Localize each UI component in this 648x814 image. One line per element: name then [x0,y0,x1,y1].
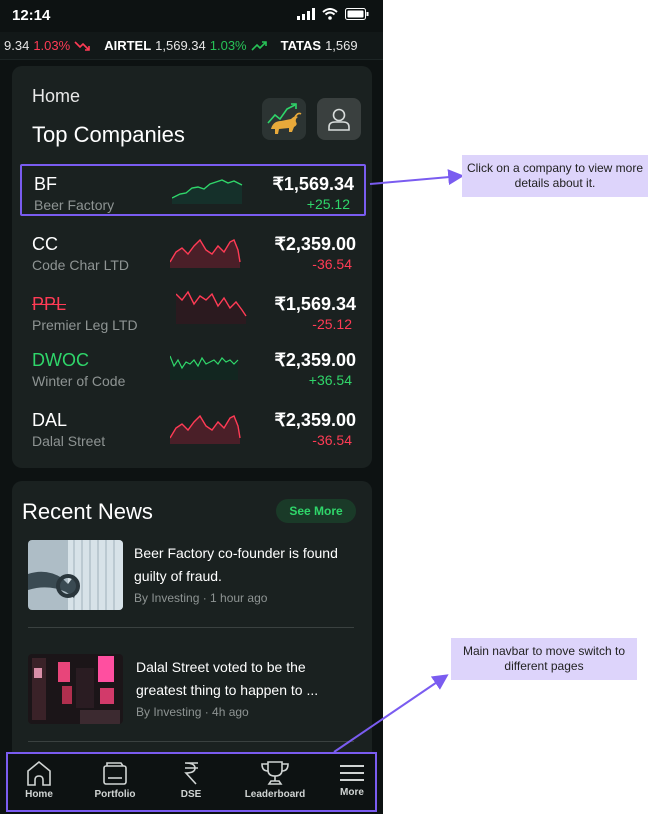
ticker-price: 1,569.34 [155,38,206,53]
sparkline-down [170,414,241,444]
company-change: -25.12 [312,316,352,332]
ticker-change: 1.03% [33,38,71,53]
company-symbol: DAL [32,410,68,430]
navbar-hint-note: Main navbar to move switch to different … [451,638,637,680]
company-name: Beer Factory [34,197,115,213]
company-price: ₹2,359.00 [274,350,356,370]
ticker-change: 1.03% [209,38,247,53]
company-row-bf[interactable]: BF Beer Factory ₹1,569.34 +25.12 [20,164,366,216]
ticker-symbol: AIRTEL [104,38,152,53]
news-item[interactable]: Dalal Street voted to be the greatest th… [28,654,356,740]
trend-up-icon [251,40,267,51]
recent-news-title: Recent News [22,499,153,524]
ticker-item[interactable]: 9.34 1.03% [4,38,90,53]
company-symbol: DWOC [32,350,89,370]
stock-ticker[interactable]: 9.34 1.03% AIRTEL 1,569.34 1.03% TATAS 1… [0,32,383,60]
nav-more[interactable]: More [317,760,383,798]
top-companies-card: Home Top Companies BF Beer Factory ₹1,56… [12,66,372,468]
nav-portfolio[interactable]: Portfolio [80,760,150,800]
phone-screen: 12:14 9.34 1.03% AIRTEL 1,569.34 1.03% T… [0,0,383,814]
bull-market-button[interactable] [262,98,306,140]
divider [28,741,354,742]
signal-icon [297,8,315,20]
status-time: 12:14 [12,7,51,24]
company-symbol: BF [34,174,58,194]
ticker-item[interactable]: TATAS 1,569 [281,38,358,53]
news-headline: Beer Factory co-founder is found guilty … [134,545,338,584]
sparkline-up [170,355,239,380]
company-row-dal[interactable]: DAL Dalal Street ₹2,359.00 -36.54 [20,402,366,454]
home-icon [27,760,51,786]
company-change: +36.54 [308,372,352,388]
company-symbol: CC [32,234,58,254]
ticker-symbol: TATAS [280,38,322,53]
recent-news-card: Recent News See More Beer Factory co-fou… [12,481,372,761]
wifi-icon [322,8,338,20]
profile-button[interactable] [317,98,361,140]
company-price: ₹2,359.00 [274,234,356,254]
status-icons [297,8,369,20]
nav-label: Leaderboard [244,789,306,800]
company-row-ppl[interactable]: PPL Premier Leg LTD ₹1,569.34 -25.12 [20,286,366,338]
news-headline: Dalal Street voted to be the greatest th… [136,659,319,698]
company-price: ₹1,569.34 [274,294,356,314]
trend-down-icon [74,40,90,51]
nav-label: Home [25,789,53,800]
main-navbar: Home Portfolio DSE Leaderboard More [6,752,377,812]
company-symbol: PPL [32,294,67,314]
company-hint-note: Click on a company to view more details … [462,155,648,197]
company-name: Winter of Code [32,373,126,389]
news-meta: By Investing · 1 hour ago [134,591,268,605]
news-thumbnail [28,540,123,610]
bull-icon [267,103,302,134]
nav-label: Portfolio [94,789,136,800]
nav-label: DSE [180,789,202,800]
nav-label: More [340,787,364,798]
sparkline-up [172,179,243,204]
ticker-price: 9.34 [4,38,30,53]
portfolio-icon [103,762,127,785]
user-icon [328,108,350,131]
ticker-price: 1,569 [325,38,358,53]
see-more-button[interactable]: See More [276,499,356,523]
menu-icon [340,765,364,781]
company-change: -36.54 [312,256,352,272]
company-name: Premier Leg LTD [32,317,138,333]
news-meta: By Investing · 4h ago [136,705,249,719]
nav-dse[interactable]: DSE [156,760,226,800]
company-row-cc[interactable]: CC Code Char LTD ₹2,359.00 -36.54 [20,226,366,278]
company-name: Dalal Street [32,433,106,449]
sparkline-down [170,238,241,268]
top-companies-title: Top Companies [32,122,185,147]
page-label: Home [32,86,81,106]
rupee-icon [184,762,198,785]
sparkline-down [176,290,247,324]
company-change: -36.54 [312,432,352,448]
news-item[interactable]: Beer Factory co-founder is found guilty … [28,540,356,626]
nav-home[interactable]: Home [4,760,74,800]
company-name: Code Char LTD [32,257,130,273]
news-thumbnail [28,654,123,724]
company-price: ₹1,569.34 [272,174,354,194]
company-change: +25.12 [306,196,350,212]
nav-leaderboard[interactable]: Leaderboard [240,760,310,800]
trophy-icon [261,761,289,785]
company-price: ₹2,359.00 [274,410,356,430]
battery-icon [345,8,369,20]
ticker-item[interactable]: AIRTEL 1,569.34 1.03% [104,38,267,53]
status-bar: 12:14 [0,0,383,30]
company-row-dwoc[interactable]: DWOC Winter of Code ₹2,359.00 +36.54 [20,342,366,394]
divider [28,627,354,628]
